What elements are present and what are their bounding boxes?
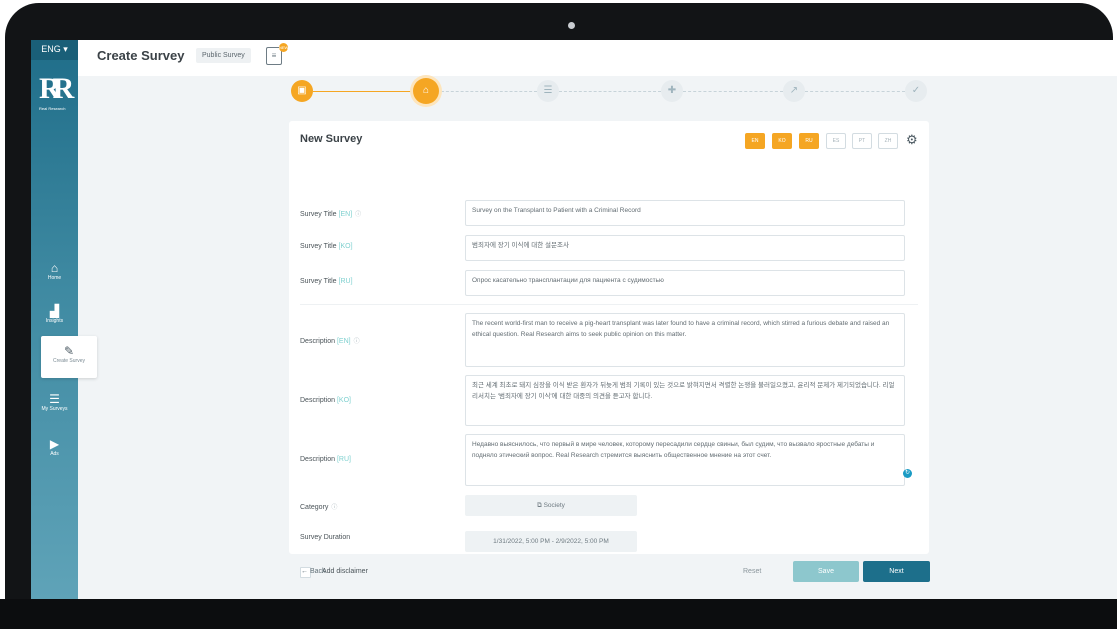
progress-stepper: ▣ ⌂ ☰ ✚ ↗ ✓ <box>291 78 931 108</box>
step-2[interactable]: ⌂ <box>413 78 439 104</box>
duration-label: Survey Duration <box>300 534 351 541</box>
lang-tab-zh[interactable]: ZH <box>878 133 898 149</box>
chart-icon: ▟ <box>49 304 60 318</box>
survey-form-card: New Survey EN KO RU ES PT ZH ⚙ Survey Ti… <box>289 121 929 578</box>
step-1[interactable]: ▣ <box>291 80 313 102</box>
next-button[interactable]: Next <box>863 561 930 582</box>
bank-icon: ⌂ <box>422 85 430 96</box>
step-5[interactable]: ↗ <box>783 80 805 102</box>
save-button[interactable]: Save <box>793 561 859 582</box>
step-connector <box>805 91 905 93</box>
page-title: Create Survey <box>97 48 185 63</box>
back-button[interactable]: ← Back <box>301 568 326 575</box>
info-icon: ⓘ <box>355 212 362 218</box>
step-connector <box>313 91 415 92</box>
sidebar-item-label: My Surveys <box>41 406 68 412</box>
description-en-textarea[interactable]: The recent world-first man to receive a … <box>465 313 905 367</box>
category-select[interactable]: ⧉ Society <box>465 495 637 516</box>
sidebar-item-my-surveys[interactable]: ☰ My Surveys <box>31 392 78 412</box>
sidebar-item-label: Home <box>47 275 62 281</box>
sidebar-item-label: Insights <box>45 318 64 324</box>
description-ru-label: Description [RU] <box>300 456 351 463</box>
logo: RR Real Research <box>39 72 74 112</box>
description-en-label: Description [EN] ⓘ <box>300 338 360 345</box>
sidebar: ENG ▾ RR Real Research ⌂ Home ▟ Insights… <box>31 40 78 599</box>
pencil-icon: ✎ <box>63 344 75 358</box>
step-connector <box>559 91 661 93</box>
info-icon: ⓘ <box>331 505 338 511</box>
puzzle-icon: ✚ <box>667 85 677 96</box>
device-lower-edge <box>0 599 1117 629</box>
sidebar-item-label: Create Survey <box>53 358 85 364</box>
list-icon: ☰ <box>49 392 60 406</box>
lang-tab-ru[interactable]: RU <box>799 133 819 149</box>
sidebar-item-insights[interactable]: ▟ Insights <box>31 304 78 324</box>
description-ko-label: Description [KO] <box>300 397 351 404</box>
card-title: New Survey <box>300 133 363 145</box>
survey-title-ru-input[interactable]: Опрос касательно трансплантации для паци… <box>465 270 905 296</box>
duration-picker[interactable]: 1/31/2022, 5:00 PM - 2/9/2022, 5:00 PM <box>465 531 637 552</box>
lang-tab-en[interactable]: EN <box>745 133 765 149</box>
check-icon: ✓ <box>911 85 921 96</box>
language-selector[interactable]: ENG ▾ <box>31 40 78 60</box>
step-connector <box>683 91 783 93</box>
briefcase-icon: ▣ <box>297 85 307 96</box>
list-icon: ☰ <box>543 85 553 96</box>
arrow-left-icon: ← <box>301 568 308 575</box>
step-3[interactable]: ☰ <box>537 80 559 102</box>
sidebar-item-home[interactable]: ⌂ Home <box>31 261 78 281</box>
camera <box>568 22 575 29</box>
survey-type-chip[interactable]: Public Survey <box>196 48 251 63</box>
description-ko-textarea[interactable]: 최근 세계 최초로 돼지 심장을 이식 받은 환자가 뒤늦게 범죄 기록이 있는… <box>465 375 905 426</box>
logo-letters: RR <box>39 72 74 105</box>
survey-title-ru-label: Survey Title [RU] <box>300 278 353 285</box>
lang-tab-es[interactable]: ES <box>826 133 846 149</box>
app-screen: ENG ▾ RR Real Research ⌂ Home ▟ Insights… <box>31 40 1117 599</box>
step-4[interactable]: ✚ <box>661 80 683 102</box>
survey-title-en-input[interactable]: Survey on the Transplant to Patient with… <box>465 200 905 226</box>
step-connector <box>441 91 537 93</box>
home-icon: ⌂ <box>50 261 59 275</box>
info-icon: ⓘ <box>353 339 360 345</box>
trend-icon: ↗ <box>789 85 799 96</box>
survey-title-ko-label: Survey Title [KO] <box>300 243 353 250</box>
sidebar-item-create-survey[interactable]: ✎ Create Survey <box>41 336 97 378</box>
sidebar-item-ads[interactable]: ▶ Ads <box>31 437 78 457</box>
gear-icon[interactable]: ⚙ <box>906 132 918 148</box>
sidebar-item-label: Ads <box>50 451 59 457</box>
refresh-icon[interactable]: ↻ <box>903 469 912 478</box>
survey-title-en-label: Survey Title [EN] ⓘ <box>300 211 362 218</box>
copy-icon: ⧉ <box>537 502 542 509</box>
step-6[interactable]: ✓ <box>905 80 927 102</box>
play-icon: ▶ <box>49 437 60 451</box>
category-label: Category ⓘ <box>300 504 338 511</box>
form-footer: ← Back Reset Save Next <box>78 558 1117 599</box>
survey-title-ko-input[interactable]: 범죄자에 장기 이식에 대한 설문조사 <box>465 235 905 261</box>
description-ru-textarea[interactable]: Недавно выяснилось, что первый в мире че… <box>465 434 905 486</box>
section-divider <box>300 304 918 305</box>
top-header: Create Survey Public Survey ≡ NEW SP <box>78 40 1117 76</box>
logo-subtitle: Real Research <box>39 106 66 111</box>
lang-tab-ko[interactable]: KO <box>772 133 792 149</box>
reset-button[interactable]: Reset <box>743 568 761 575</box>
new-badge: NEW <box>279 43 289 52</box>
lang-tab-pt[interactable]: PT <box>852 133 872 149</box>
